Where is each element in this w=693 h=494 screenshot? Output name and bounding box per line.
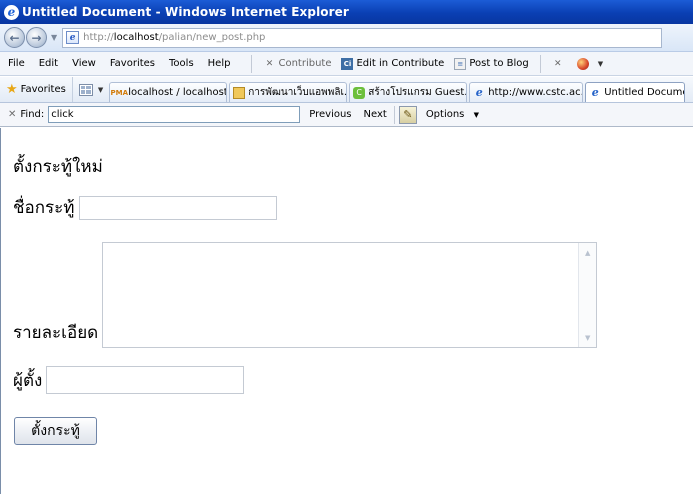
address-prefix: http://: [83, 32, 114, 43]
tab-label: localhost / localhost /...: [128, 87, 228, 98]
toolbar-separator: [539, 54, 541, 73]
blog-icon: ≡: [454, 57, 467, 70]
internet-explorer-icon: e: [475, 86, 483, 99]
edit-in-contribute-label: Edit in Contribute: [356, 58, 445, 69]
internet-explorer-icon: e: [4, 4, 19, 20]
favorites-button[interactable]: ★ Favorites: [0, 77, 73, 102]
quick-tabs-button[interactable]: ▼: [73, 83, 107, 96]
scroll-down-icon[interactable]: ▼: [580, 329, 595, 346]
find-options-label: Options: [425, 109, 465, 120]
menu-file[interactable]: File: [0, 58, 32, 69]
detail-label: รายละเอียด: [13, 323, 99, 343]
menu-tools[interactable]: Tools: [162, 58, 201, 69]
find-input[interactable]: [48, 106, 301, 123]
post-to-blog-label: Post to Blog: [469, 58, 529, 69]
quick-tabs-icon: [78, 83, 93, 96]
close-icon: ✕: [265, 58, 274, 69]
close-icon[interactable]: ✕: [8, 109, 16, 120]
addon-button[interactable]: ▼: [572, 57, 608, 70]
tab-phpmyadmin[interactable]: PMA localhost / localhost /...: [109, 82, 228, 102]
highlight-icon[interactable]: ✎: [398, 105, 417, 124]
post-to-blog-button[interactable]: ≡ Post to Blog: [449, 57, 533, 70]
title-label: ชื่อกระทู้: [13, 198, 75, 218]
tab-label: สร้างโปรแกรม Guest...: [368, 87, 468, 98]
favorites-bar: ★ Favorites ▼ PMA localhost / localhost …: [0, 77, 693, 103]
menu-help[interactable]: Help: [201, 58, 238, 69]
detail-row: รายละเอียด ▲ ▼: [13, 242, 598, 348]
toolbar-close-button[interactable]: ✕: [547, 58, 572, 70]
find-bar: ✕ Find: Previous Next ✎ Options ▼: [0, 103, 693, 127]
forward-button[interactable]: →: [26, 27, 47, 48]
chevron-down-icon[interactable]: ▼: [98, 86, 103, 94]
scroll-up-icon[interactable]: ▲: [580, 244, 595, 261]
tab-cstc[interactable]: e http://www.cstc.ac....: [469, 82, 584, 102]
scrollbar[interactable]: ▲ ▼: [578, 243, 597, 347]
folder-icon: [233, 86, 246, 99]
address-bar[interactable]: e http://localhost/palian/new_post.php: [62, 27, 663, 48]
title-input[interactable]: [78, 195, 277, 220]
find-separator: [393, 105, 395, 124]
contribute-icon: Ci: [341, 57, 354, 70]
history-dropdown-icon[interactable]: ▼: [51, 33, 57, 42]
tab-web-app-development[interactable]: การพัฒนาเว็บแอพพลิเ...: [229, 82, 348, 102]
toolbar-separator: [251, 54, 253, 73]
back-button[interactable]: ←: [4, 27, 25, 48]
submit-button[interactable]: ตั้งกระทู้: [14, 417, 97, 445]
page-icon: e: [66, 31, 80, 44]
find-previous-button[interactable]: Previous: [306, 109, 354, 120]
globe-icon: [576, 57, 589, 70]
menu-favorites[interactable]: Favorites: [103, 58, 162, 69]
address-path: /palian/new_post.php: [158, 32, 266, 43]
poster-row: ผู้ตั้ง: [13, 366, 245, 394]
menu-view[interactable]: View: [65, 58, 103, 69]
tab-label: Untitled Document: [604, 87, 684, 98]
find-next-button[interactable]: Next: [361, 109, 390, 120]
chevron-down-icon: ▼: [597, 59, 604, 68]
tab-guestbook[interactable]: C สร้างโปรแกรม Guest...: [349, 82, 468, 102]
close-icon: ✕: [554, 58, 562, 69]
page-title: ตั้งกระทู้ใหม่: [13, 157, 103, 177]
menu-bar: File Edit View Favorites Tools Help ✕ Co…: [0, 52, 693, 76]
title-row: ชื่อกระทู้: [13, 194, 277, 221]
find-options-button[interactable]: Options ▼: [423, 109, 482, 120]
menu-edit[interactable]: Edit: [32, 58, 65, 69]
internet-explorer-icon: e: [591, 86, 599, 99]
window-titlebar: e Untitled Document - Windows Internet E…: [0, 0, 693, 24]
tab-untitled-document[interactable]: e Untitled Document: [585, 82, 686, 102]
edit-in-contribute-button[interactable]: Ci Edit in Contribute: [336, 57, 449, 70]
poster-label: ผู้ตั้ง: [13, 370, 43, 391]
tab-label: การพัฒนาเว็บแอพพลิเ...: [248, 87, 348, 98]
contribute-button[interactable]: ✕ Contribute: [258, 58, 336, 70]
page-content: ตั้งกระทู้ใหม่ ชื่อกระทู้ รายละเอียด ▲ ▼…: [0, 128, 693, 494]
phpmyadmin-icon: PMA: [110, 88, 128, 97]
star-icon: ★: [6, 82, 18, 97]
detail-textarea[interactable]: ▲ ▼: [102, 242, 598, 348]
contribute-label: Contribute: [278, 58, 332, 69]
favorites-label: Favorites: [20, 84, 66, 95]
address-host: localhost: [113, 32, 159, 43]
window-title: Untitled Document - Windows Internet Exp…: [22, 5, 349, 19]
address-row: ← → ▼ e http://localhost/palian/new_post…: [0, 24, 693, 52]
tab-label: http://www.cstc.ac....: [488, 87, 584, 98]
poster-input[interactable]: [46, 366, 245, 394]
site-icon: C: [353, 86, 366, 99]
find-label: Find:: [20, 109, 45, 120]
chevron-down-icon: ▼: [473, 111, 479, 119]
